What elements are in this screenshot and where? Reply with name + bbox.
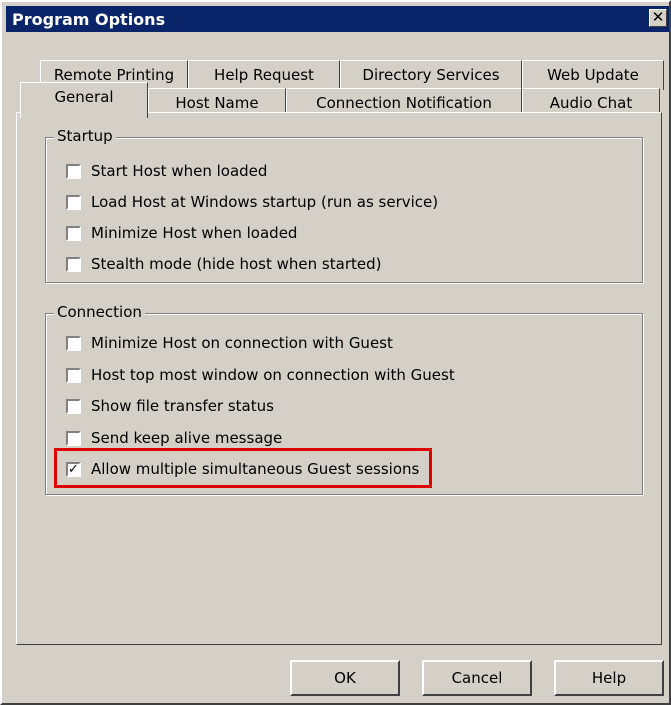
checkbox-box[interactable] bbox=[66, 194, 81, 210]
close-button[interactable]: ✕ bbox=[649, 9, 667, 27]
startup-group: Startup Start Host when loaded Load Host… bbox=[45, 127, 643, 283]
tab-web-update[interactable]: Web Update bbox=[522, 60, 664, 90]
checkbox-label: Stealth mode (hide host when started) bbox=[91, 255, 382, 273]
ok-button[interactable]: OK bbox=[290, 660, 400, 696]
minimize-host-when-loaded-checkbox[interactable]: Minimize Host when loaded bbox=[66, 222, 297, 244]
tab-help-request[interactable]: Help Request bbox=[188, 60, 340, 90]
red-highlight-box bbox=[54, 448, 432, 488]
program-options-dialog: Program Options ✕ Remote Printing Help R… bbox=[0, 0, 671, 705]
checkbox-label: Send keep alive message bbox=[91, 429, 283, 447]
checkbox-label: Load Host at Windows startup (run as ser… bbox=[91, 193, 439, 211]
tab-directory-services[interactable]: Directory Services bbox=[340, 60, 522, 90]
checkbox-box[interactable] bbox=[66, 256, 81, 272]
send-keep-alive-message-checkbox[interactable]: Send keep alive message bbox=[66, 427, 282, 449]
minimize-host-on-connection-checkbox[interactable]: Minimize Host on connection with Guest bbox=[66, 332, 393, 354]
checkbox-box[interactable] bbox=[66, 430, 81, 446]
load-host-at-windows-startup-checkbox[interactable]: Load Host at Windows startup (run as ser… bbox=[66, 191, 438, 213]
cancel-button[interactable]: Cancel bbox=[422, 660, 532, 696]
tab-general[interactable]: General bbox=[20, 82, 148, 118]
stealth-mode-checkbox[interactable]: Stealth mode (hide host when started) bbox=[66, 253, 381, 275]
checkbox-label: Minimize Host when loaded bbox=[91, 224, 298, 242]
show-file-transfer-status-checkbox[interactable]: Show file transfer status bbox=[66, 395, 274, 417]
checkbox-label: Show file transfer status bbox=[91, 397, 274, 415]
general-tab-panel: Startup Start Host when loaded Load Host… bbox=[16, 112, 662, 645]
connection-group-label: Connection bbox=[54, 303, 145, 321]
checkbox-box[interactable] bbox=[66, 163, 81, 179]
checkbox-label: Start Host when loaded bbox=[91, 162, 268, 180]
startup-group-label: Startup bbox=[54, 127, 116, 145]
host-top-most-window-checkbox[interactable]: Host top most window on connection with … bbox=[66, 364, 455, 386]
checkbox-box[interactable] bbox=[66, 398, 81, 414]
checkbox-box[interactable] bbox=[66, 335, 81, 351]
help-button[interactable]: Help bbox=[554, 660, 664, 696]
start-host-when-loaded-checkbox[interactable]: Start Host when loaded bbox=[66, 160, 267, 182]
window-title: Program Options bbox=[12, 10, 166, 29]
title-bar: Program Options ✕ bbox=[6, 6, 669, 32]
checkbox-box[interactable] bbox=[66, 367, 81, 383]
checkbox-box[interactable] bbox=[66, 225, 81, 241]
checkbox-label: Minimize Host on connection with Guest bbox=[91, 334, 393, 352]
checkbox-label: Host top most window on connection with … bbox=[91, 366, 455, 384]
